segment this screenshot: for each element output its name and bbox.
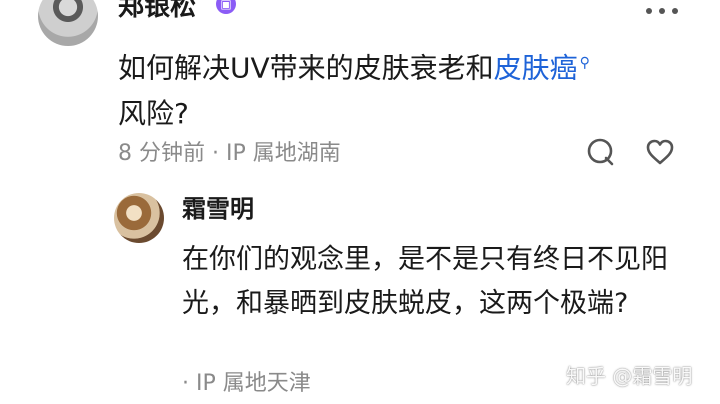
search-icon[interactable]: ⚲ — [580, 55, 590, 71]
reply-text: 在你们的观念里，是不是只有终日不见阳光，和暴晒到皮肤蜕皮，这两个极端? — [182, 244, 668, 319]
more-options-icon[interactable] — [646, 6, 678, 16]
username[interactable]: 郑银松 — [118, 0, 196, 22]
comment-text-part: 如何解决UV带来的皮肤衰老和 — [118, 51, 494, 85]
verified-badge-icon: ▣ — [216, 0, 236, 14]
avatar[interactable] — [114, 193, 164, 243]
avatar[interactable] — [38, 0, 98, 46]
comment-meta: 8 分钟前 · IP 属地湖南 — [118, 141, 341, 166]
username[interactable]: 霜雪明 — [182, 194, 254, 224]
watermark: 知乎 @霜雪明 — [566, 364, 693, 388]
comment-text-part: 风险? — [118, 97, 189, 131]
comment-text: 如何解决UV带来的皮肤衰老和皮肤癌 ⚲ 风险? — [118, 40, 678, 137]
like-heart-icon[interactable] — [645, 137, 675, 167]
keyword-link[interactable]: 皮肤癌 — [494, 51, 578, 84]
reply-meta: · IP 属地天津 — [182, 371, 311, 396]
reply-icon[interactable] — [586, 137, 616, 167]
